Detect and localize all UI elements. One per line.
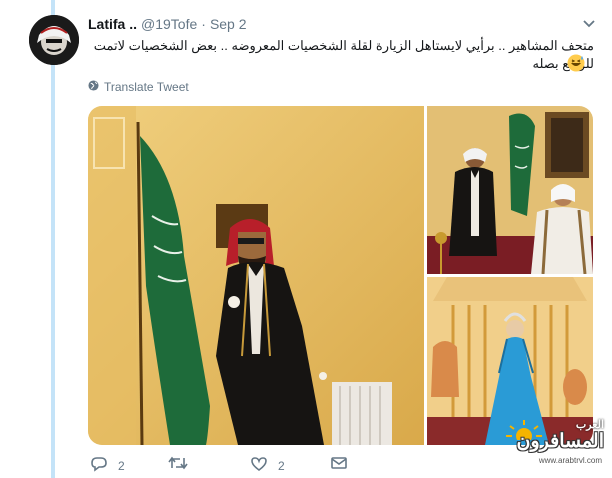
media-grid (88, 106, 593, 445)
chevron-down-icon[interactable] (580, 15, 598, 33)
retweet-icon (168, 456, 188, 473)
translate-tweet-link[interactable]: Translate Tweet (88, 80, 189, 94)
grinning-sweat-emoji (567, 54, 585, 72)
avatar-image (29, 15, 79, 65)
watermark-url: www.arabtrvl.com (538, 456, 602, 465)
like-count: 2 (278, 458, 285, 473)
watermark: العرب المسافرون www.arabtrvl.com (498, 418, 608, 474)
like-button[interactable]: 2 (250, 456, 285, 475)
reply-button[interactable]: 2 (90, 456, 125, 475)
thread-line (51, 0, 55, 478)
avatar[interactable] (29, 15, 79, 65)
watermark-main: المسافرون (516, 431, 605, 452)
tweet-text: متحف المشاهير .. برأيي لايستاهل الزيارة … (93, 38, 594, 71)
reply-icon (90, 456, 108, 475)
translate-label: Translate Tweet (104, 80, 189, 94)
retweet-button[interactable] (168, 456, 198, 473)
tweet-actions: 2 2 (88, 456, 388, 476)
globe-icon (88, 80, 99, 94)
separator-dot: · (201, 16, 206, 32)
author-name[interactable]: Latifa .. (88, 16, 137, 32)
author-handle[interactable]: @19Tofe (141, 16, 197, 32)
photo-1[interactable] (88, 106, 424, 445)
tweet-header: Latifa .. @19Tofe · Sep 2 (88, 14, 598, 34)
direct-message-button[interactable] (330, 456, 348, 473)
heart-icon (250, 456, 268, 475)
reply-count: 2 (118, 458, 125, 473)
envelope-icon (330, 456, 348, 473)
tweet-date[interactable]: Sep 2 (210, 16, 247, 32)
photo-2[interactable] (427, 106, 593, 274)
